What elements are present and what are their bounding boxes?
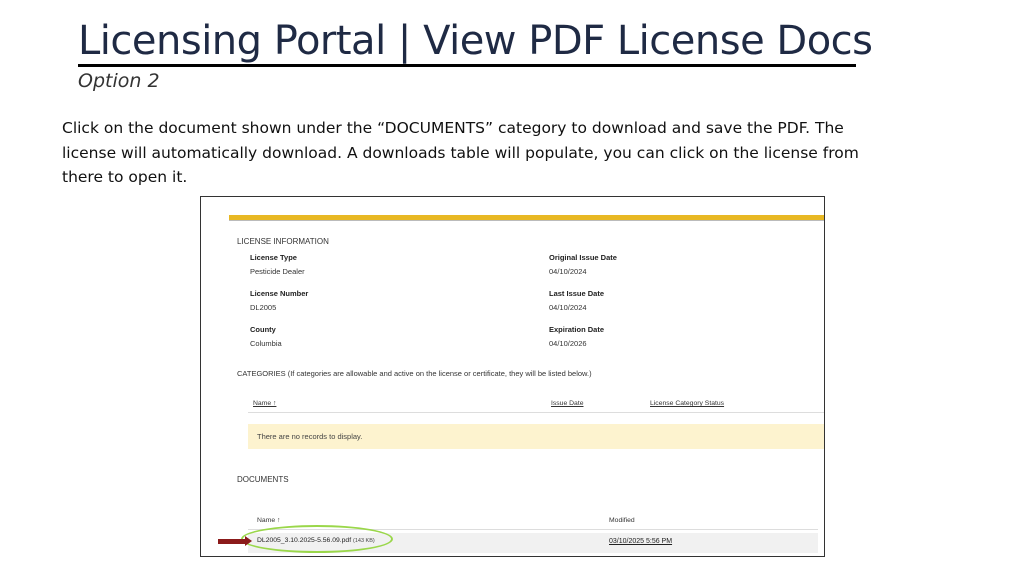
county-value: Columbia [250,339,282,348]
expiration-value: 04/10/2026 [549,339,587,348]
license-info-header: LICENSE INFORMATION [237,237,329,246]
pointer-arrow-icon [218,536,252,546]
categories-header-divider [248,412,824,413]
no-records-banner: There are no records to display. [248,424,824,449]
highlight-ellipse [241,525,393,553]
documents-header: DOCUMENTS [237,475,289,484]
title-underline [78,64,856,67]
expiration-label: Expiration Date [549,325,605,334]
original-issue-label: Original Issue Date [549,253,617,262]
slide-title: Licensing Portal | View PDF License Docs [78,18,873,64]
license-number-label: License Number [250,289,309,298]
document-modified: 03/10/2025 5:56 PM [609,538,673,545]
categories-col-name[interactable]: Name ↑ [253,400,276,407]
documents-col-name[interactable]: Name ↑ [257,517,280,524]
no-records-text: There are no records to display. [257,432,363,441]
instructions-text: Click on the document shown under the “D… [62,119,859,186]
categories-col-issue-date[interactable]: Issue Date [551,400,584,407]
categories-header: CATEGORIES (If categories are allowable … [237,369,592,378]
license-number-value: DL2005 [250,303,277,312]
last-issue-label: Last Issue Date [549,289,605,298]
original-issue-value: 04/10/2024 [549,267,587,276]
last-issue-value: 04/10/2024 [549,303,587,312]
license-type-label: License Type [250,253,297,262]
portal-screenshot: LICENSE INFORMATION License Type Pestici… [200,196,825,557]
categories-col-status[interactable]: License Category Status [650,400,724,407]
license-type-value: Pesticide Dealer [250,267,305,276]
accent-divider [229,220,824,221]
slide-subtitle: Option 2 [78,70,160,92]
county-label: County [250,325,276,334]
documents-col-modified[interactable]: Modified [609,517,635,524]
